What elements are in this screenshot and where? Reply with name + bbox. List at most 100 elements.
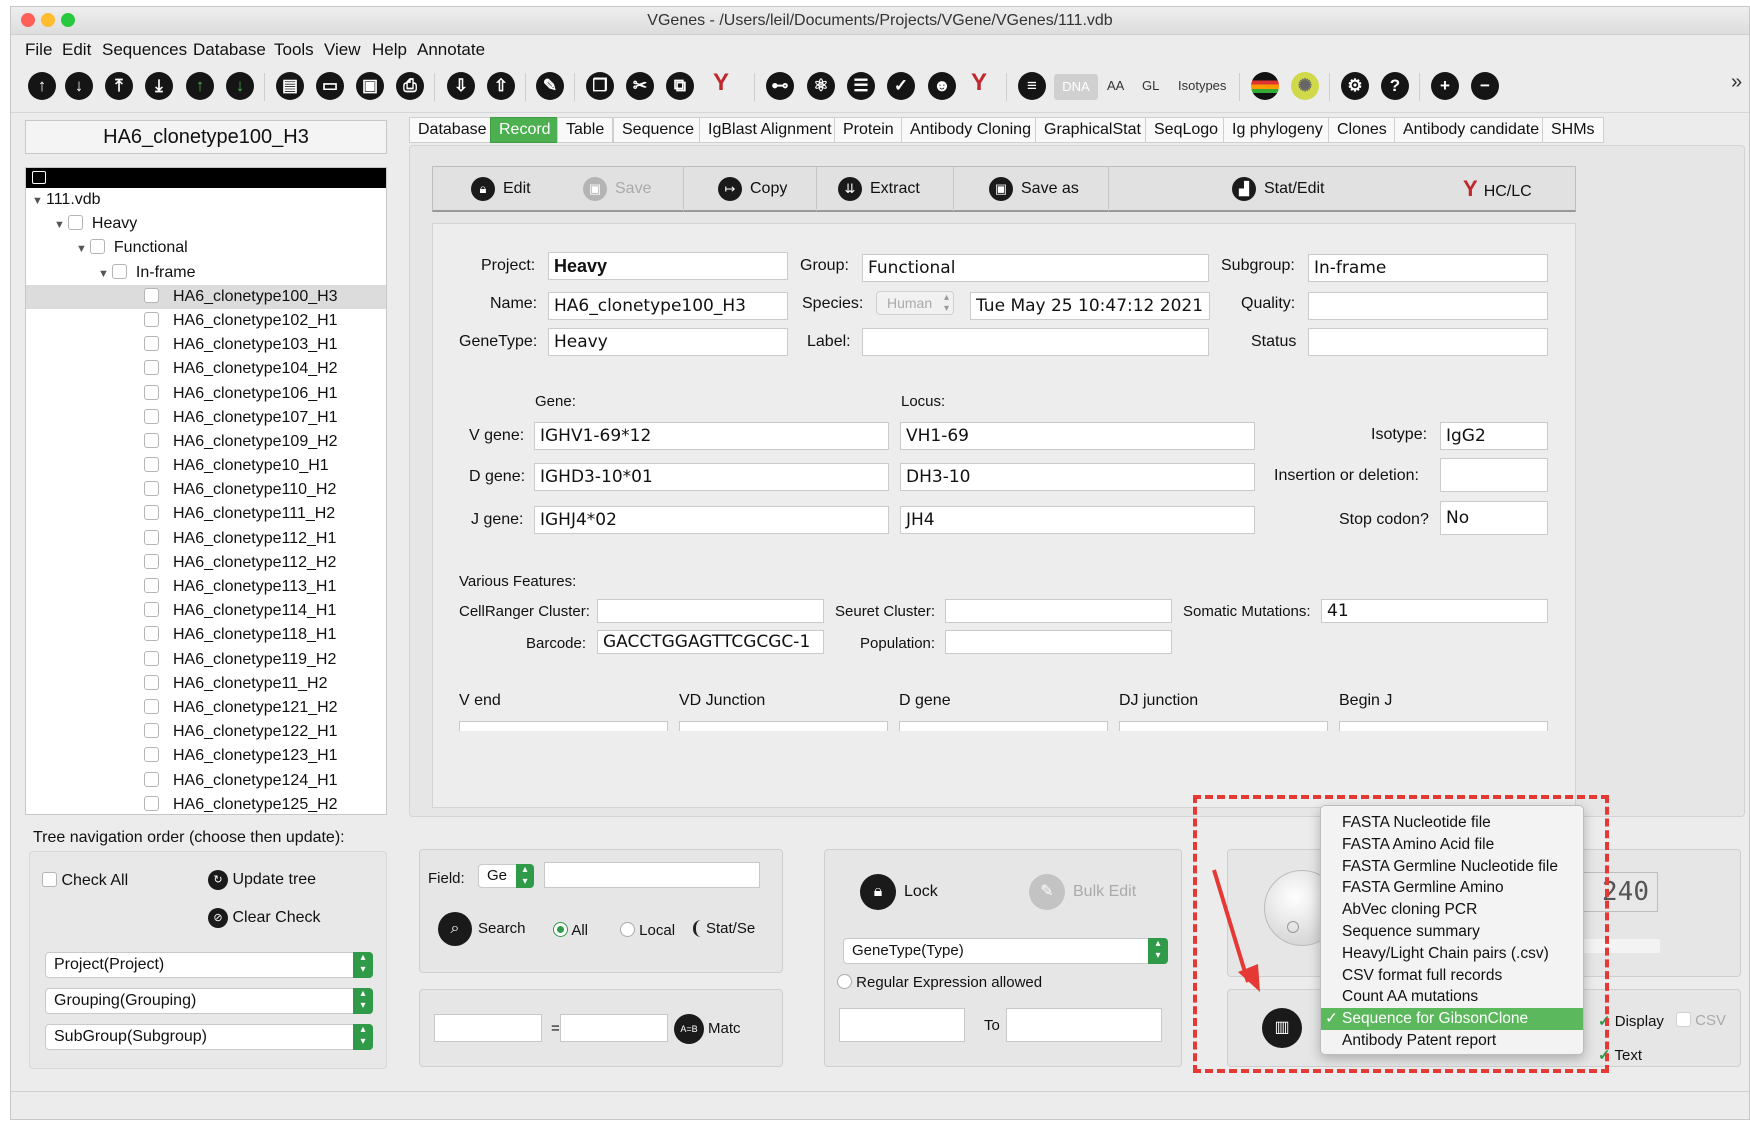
save-as-button[interactable]: ▣ Save as — [989, 175, 1079, 203]
menu-item[interactable]: AbVec cloning PCR — [1321, 899, 1583, 921]
gear-icon[interactable]: ⚙ — [1341, 72, 1369, 100]
move-up-icon[interactable]: ↑ — [28, 72, 56, 100]
tree-item[interactable]: HA6_clonetype104_H2 — [26, 357, 386, 381]
menu-item[interactable]: FASTA Germline Nucleotide file — [1321, 856, 1583, 878]
molecule-icon[interactable]: ⚛ — [807, 72, 835, 100]
v-end-field[interactable] — [459, 721, 668, 731]
tree-item[interactable]: HA6_clonetype100_H3 — [26, 284, 386, 309]
csv-checkbox[interactable]: CSV — [1676, 1012, 1726, 1029]
tree-item[interactable]: HA6_clonetype103_H1 — [26, 333, 386, 357]
menu-view[interactable]: View — [324, 40, 361, 60]
jlocus-field[interactable]: JH4 — [900, 506, 1255, 534]
tree-checkbox[interactable] — [144, 505, 159, 521]
genetype-field[interactable]: Heavy — [548, 328, 788, 356]
bulk-edit-button[interactable]: ✎ Bulk Edit — [1029, 874, 1136, 910]
vgene-field[interactable]: IGHV1-69*12 — [534, 422, 889, 450]
field-select[interactable]: Ge ▴ ▾ — [478, 864, 534, 888]
tab-seqlogo[interactable]: SeqLogo — [1145, 117, 1228, 143]
nav-order-select-2[interactable]: Grouping(Grouping) ▴ ▾ — [45, 988, 373, 1014]
clear-check-button[interactable]: ⊘ Clear Check — [208, 908, 320, 928]
tree-item[interactable]: HA6_clonetype112_H2 — [26, 551, 386, 575]
vd-junction-field[interactable] — [679, 721, 888, 731]
disclosure-triangle-icon[interactable]: ▼ — [76, 237, 90, 261]
antibody-add-icon[interactable]: Y — [707, 69, 735, 97]
range-from-input[interactable] — [839, 1008, 965, 1042]
regex-checkbox[interactable]: Regular Expression allowed — [837, 974, 1042, 991]
tree-node-inframe[interactable]: ▼ In-frame — [26, 261, 386, 285]
check-icon[interactable]: ✓ — [887, 72, 915, 100]
range-to-input[interactable] — [1006, 1008, 1162, 1042]
tree-item[interactable]: HA6_clonetype110_H2 — [26, 478, 386, 502]
export-icon[interactable]: ⇧ — [487, 72, 515, 100]
new-file-icon[interactable]: ▤ — [276, 72, 304, 100]
tab-record[interactable]: Record — [490, 117, 560, 143]
tree-item[interactable]: HA6_clonetype118_H1 — [26, 623, 386, 647]
seurat-field[interactable] — [945, 599, 1172, 623]
hclc-button[interactable]: Y HC/LC — [1463, 175, 1532, 203]
menu-item[interactable]: Count AA mutations — [1321, 986, 1583, 1008]
project-field[interactable]: Heavy — [548, 252, 788, 280]
menu-item[interactable]: FASTA Germline Amino — [1321, 877, 1583, 899]
checked-down-icon[interactable]: ↓ — [226, 72, 254, 100]
radio-dot[interactable] — [553, 922, 568, 937]
tree-item[interactable]: HA6_clonetype124_H1 — [26, 769, 386, 793]
tree-checkbox[interactable] — [144, 408, 159, 424]
tree-item[interactable]: HA6_clonetype113_H1 — [26, 575, 386, 599]
tree-checkbox[interactable] — [68, 215, 83, 231]
save-icon[interactable]: ▣ — [356, 72, 384, 100]
ruler-icon[interactable]: ⊷ — [766, 72, 794, 100]
tree-item[interactable]: HA6_clonetype114_H1 — [26, 599, 386, 623]
jgene-field[interactable]: IGHJ4*02 — [534, 506, 889, 534]
tree-checkbox[interactable] — [144, 360, 159, 376]
tree-checkbox[interactable] — [144, 626, 159, 642]
search-button[interactable]: ⌕ Search — [438, 912, 526, 946]
menu-tools[interactable]: Tools — [274, 40, 314, 60]
pencil-icon[interactable]: ✎ — [536, 72, 564, 100]
menu-help[interactable]: Help — [372, 40, 407, 60]
vlocus-field[interactable]: VH1-69 — [900, 422, 1255, 450]
tree-item[interactable]: HA6_clonetype125_H2 — [26, 793, 386, 814]
tree-item[interactable]: HA6_clonetype109_H2 — [26, 430, 386, 454]
tab-shms[interactable]: SHMs — [1542, 117, 1604, 143]
menu-sequences[interactable]: Sequences — [102, 40, 187, 60]
isotypes-toggle[interactable]: Isotypes — [1178, 78, 1226, 93]
cellranger-field[interactable] — [597, 599, 824, 623]
print-icon[interactable]: ⎙ — [396, 72, 424, 100]
stat-search-button[interactable]: Stat/Se — [693, 920, 755, 937]
genetype-select[interactable]: GeneType(Type) ▴ ▾ — [843, 938, 1168, 964]
tab-sequence[interactable]: Sequence — [613, 117, 704, 143]
dlocus-field[interactable]: DH3-10 — [900, 463, 1255, 491]
tree-node-functional[interactable]: ▼ Functional — [26, 236, 386, 260]
search-text-input[interactable] — [544, 862, 760, 888]
list-icon[interactable]: ☰ — [847, 72, 875, 100]
update-tree-button[interactable]: ↻ Update tree — [208, 870, 316, 890]
lock-button[interactable]: 🔒︎ Lock — [860, 874, 938, 910]
cut-icon[interactable]: ✂ — [626, 72, 654, 100]
tab-antibody-cloning[interactable]: Antibody Cloning — [901, 117, 1040, 143]
move-down-icon[interactable]: ↓ — [65, 72, 93, 100]
menu-item[interactable]: ✓ Sequence for GibsonClone — [1321, 1008, 1583, 1030]
tab-database[interactable]: Database — [409, 117, 496, 143]
somatic-field[interactable]: 41 — [1321, 599, 1548, 623]
tree-checkbox[interactable] — [144, 553, 159, 569]
stop-codon-field[interactable]: No — [1440, 501, 1548, 535]
dj-junction-field[interactable] — [1119, 721, 1328, 731]
match-right-input[interactable] — [560, 1014, 668, 1042]
face-icon[interactable]: ☻ — [928, 72, 956, 100]
population-field[interactable] — [945, 630, 1172, 654]
tree-checkbox[interactable] — [144, 674, 159, 690]
aa-toggle[interactable]: AA — [1107, 78, 1124, 93]
disclosure-triangle-icon[interactable]: ▼ — [32, 189, 46, 213]
tab-protein[interactable]: Protein — [834, 117, 903, 143]
tree-item[interactable]: HA6_clonetype107_H1 — [26, 406, 386, 430]
indel-field[interactable] — [1440, 458, 1548, 492]
tree-item[interactable]: HA6_clonetype119_H2 — [26, 648, 386, 672]
tree-checkbox[interactable] — [144, 432, 159, 448]
dgene-field[interactable]: IGHD3-10*01 — [534, 463, 889, 491]
checkbox-box[interactable] — [42, 872, 57, 887]
tree-checkbox[interactable] — [144, 384, 159, 400]
tab-ig-phylogeny[interactable]: Ig phylogeny — [1223, 117, 1332, 143]
tree-checkbox[interactable] — [144, 529, 159, 545]
alignment-icon[interactable]: ≡ — [1018, 72, 1046, 100]
group-field[interactable]: Functional — [862, 254, 1209, 282]
